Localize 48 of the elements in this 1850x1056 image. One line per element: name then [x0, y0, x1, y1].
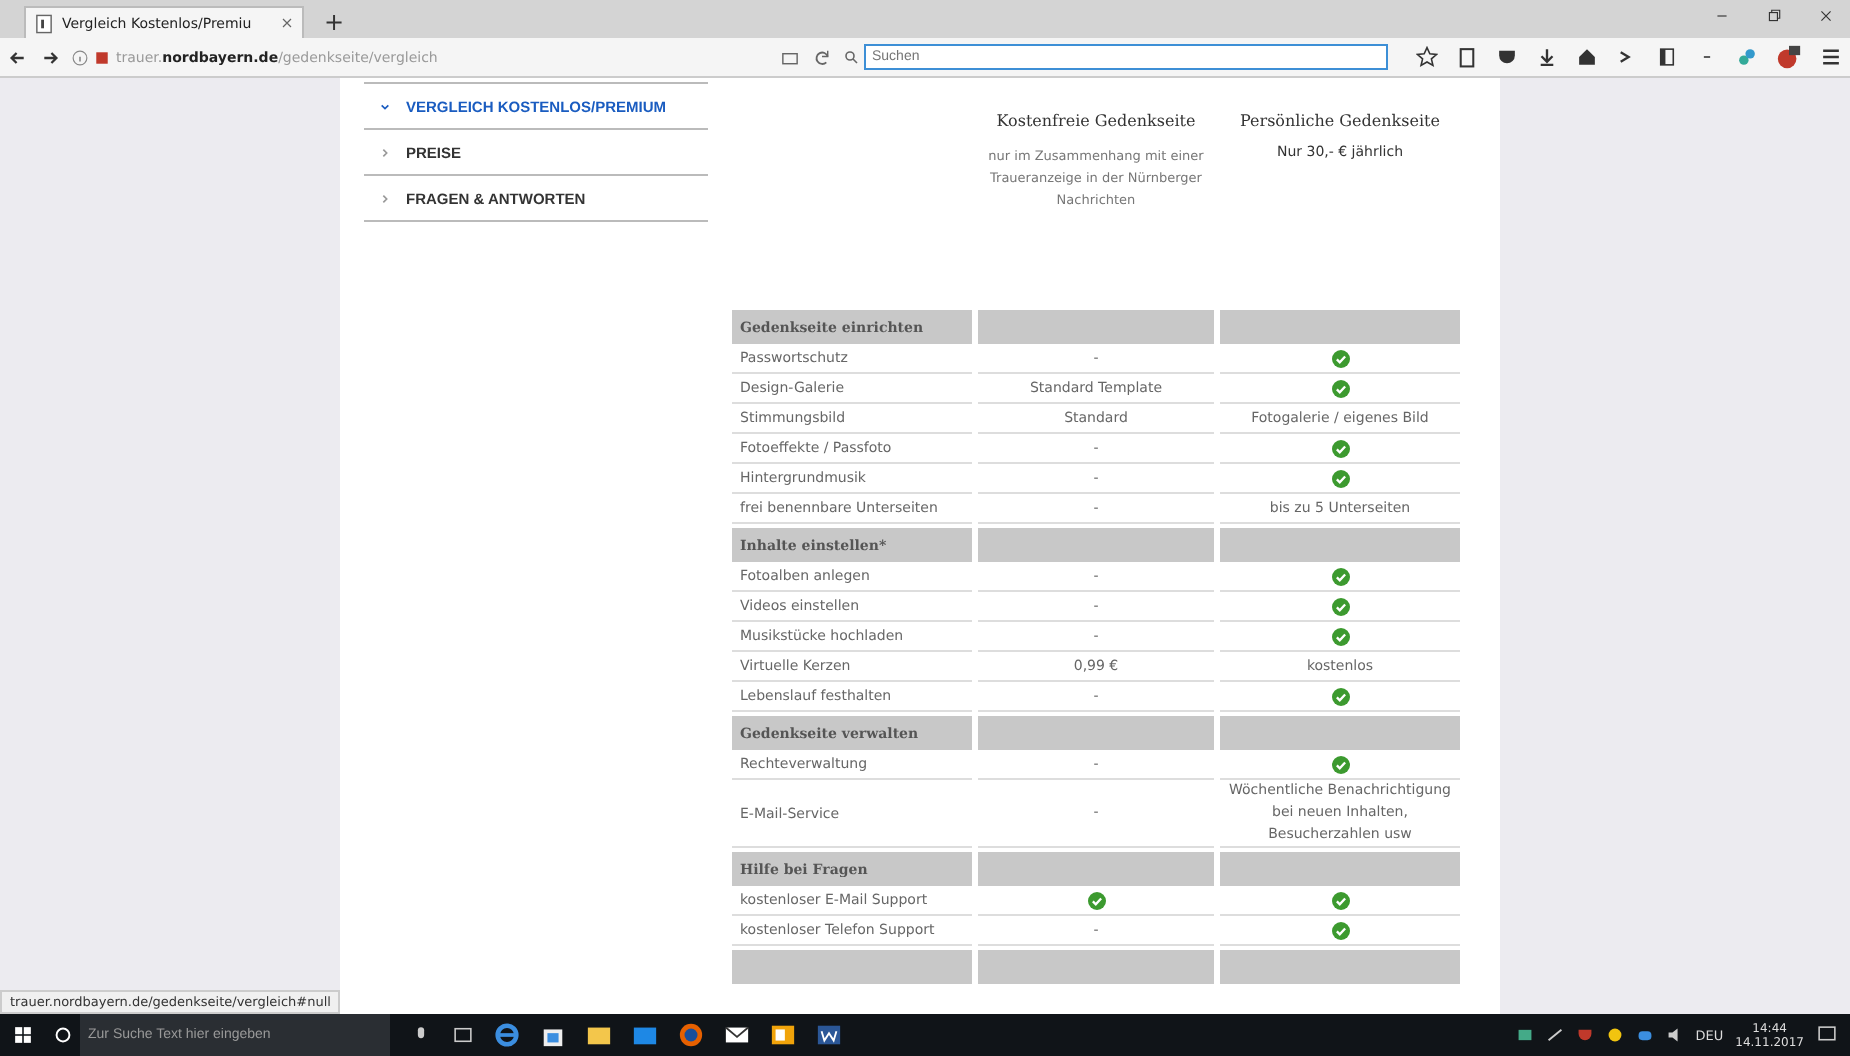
badge-icon[interactable]	[1776, 44, 1802, 70]
home-icon[interactable]	[1576, 46, 1598, 68]
menu-icon[interactable]	[1820, 46, 1842, 68]
forward-icon[interactable]	[40, 47, 60, 67]
chevron-icon	[380, 101, 390, 111]
speaker-icon[interactable]	[1665, 1026, 1684, 1044]
site-icon	[94, 49, 110, 65]
star-icon[interactable]	[1416, 46, 1438, 68]
check-icon	[1331, 439, 1349, 457]
search-icon	[844, 50, 858, 64]
restore-icon[interactable]	[1766, 7, 1782, 23]
check-icon	[1331, 469, 1349, 487]
check-icon	[1331, 687, 1349, 705]
check-icon	[1087, 891, 1105, 909]
check-icon	[1331, 627, 1349, 645]
globe-icon[interactable]	[678, 1022, 704, 1048]
shield-icon[interactable]	[1496, 46, 1518, 68]
check-icon	[1331, 597, 1349, 615]
column-title: Persönliche Gedenkseite	[1237, 110, 1442, 134]
window-icon[interactable]	[632, 1022, 658, 1048]
chevron-icon	[380, 193, 390, 203]
column-title: Kostenfreie Gedenkseite	[994, 110, 1198, 134]
browser-e-icon[interactable]	[494, 1022, 520, 1048]
windows-icon[interactable]	[12, 1024, 34, 1046]
notification-icon[interactable]	[1816, 1024, 1838, 1046]
task-view-icon[interactable]	[452, 1024, 474, 1046]
notes-icon[interactable]	[770, 1022, 796, 1048]
reload-icon[interactable]	[812, 47, 832, 67]
sidebar-icon[interactable]	[1656, 46, 1678, 68]
check-icon	[1331, 567, 1349, 585]
info-icon[interactable]	[72, 49, 88, 65]
back-icon[interactable]	[8, 47, 28, 67]
download-icon[interactable]	[1536, 46, 1558, 68]
new-tab-button[interactable]: +	[312, 6, 357, 38]
envelope-icon[interactable]	[724, 1022, 750, 1048]
document-icon[interactable]	[816, 1022, 842, 1048]
chevron-icon	[380, 147, 390, 157]
folder-icon[interactable]	[586, 1022, 612, 1048]
reader-icon[interactable]	[780, 47, 800, 67]
check-icon	[1331, 921, 1349, 939]
page-icon[interactable]	[34, 13, 54, 33]
check-icon	[1331, 891, 1349, 909]
check-icon	[1331, 379, 1349, 397]
close-icon[interactable]	[1818, 7, 1834, 23]
close-icon[interactable]	[280, 16, 294, 30]
search-icon	[54, 1026, 72, 1044]
check-icon	[1331, 349, 1349, 367]
check-icon	[1331, 755, 1349, 773]
